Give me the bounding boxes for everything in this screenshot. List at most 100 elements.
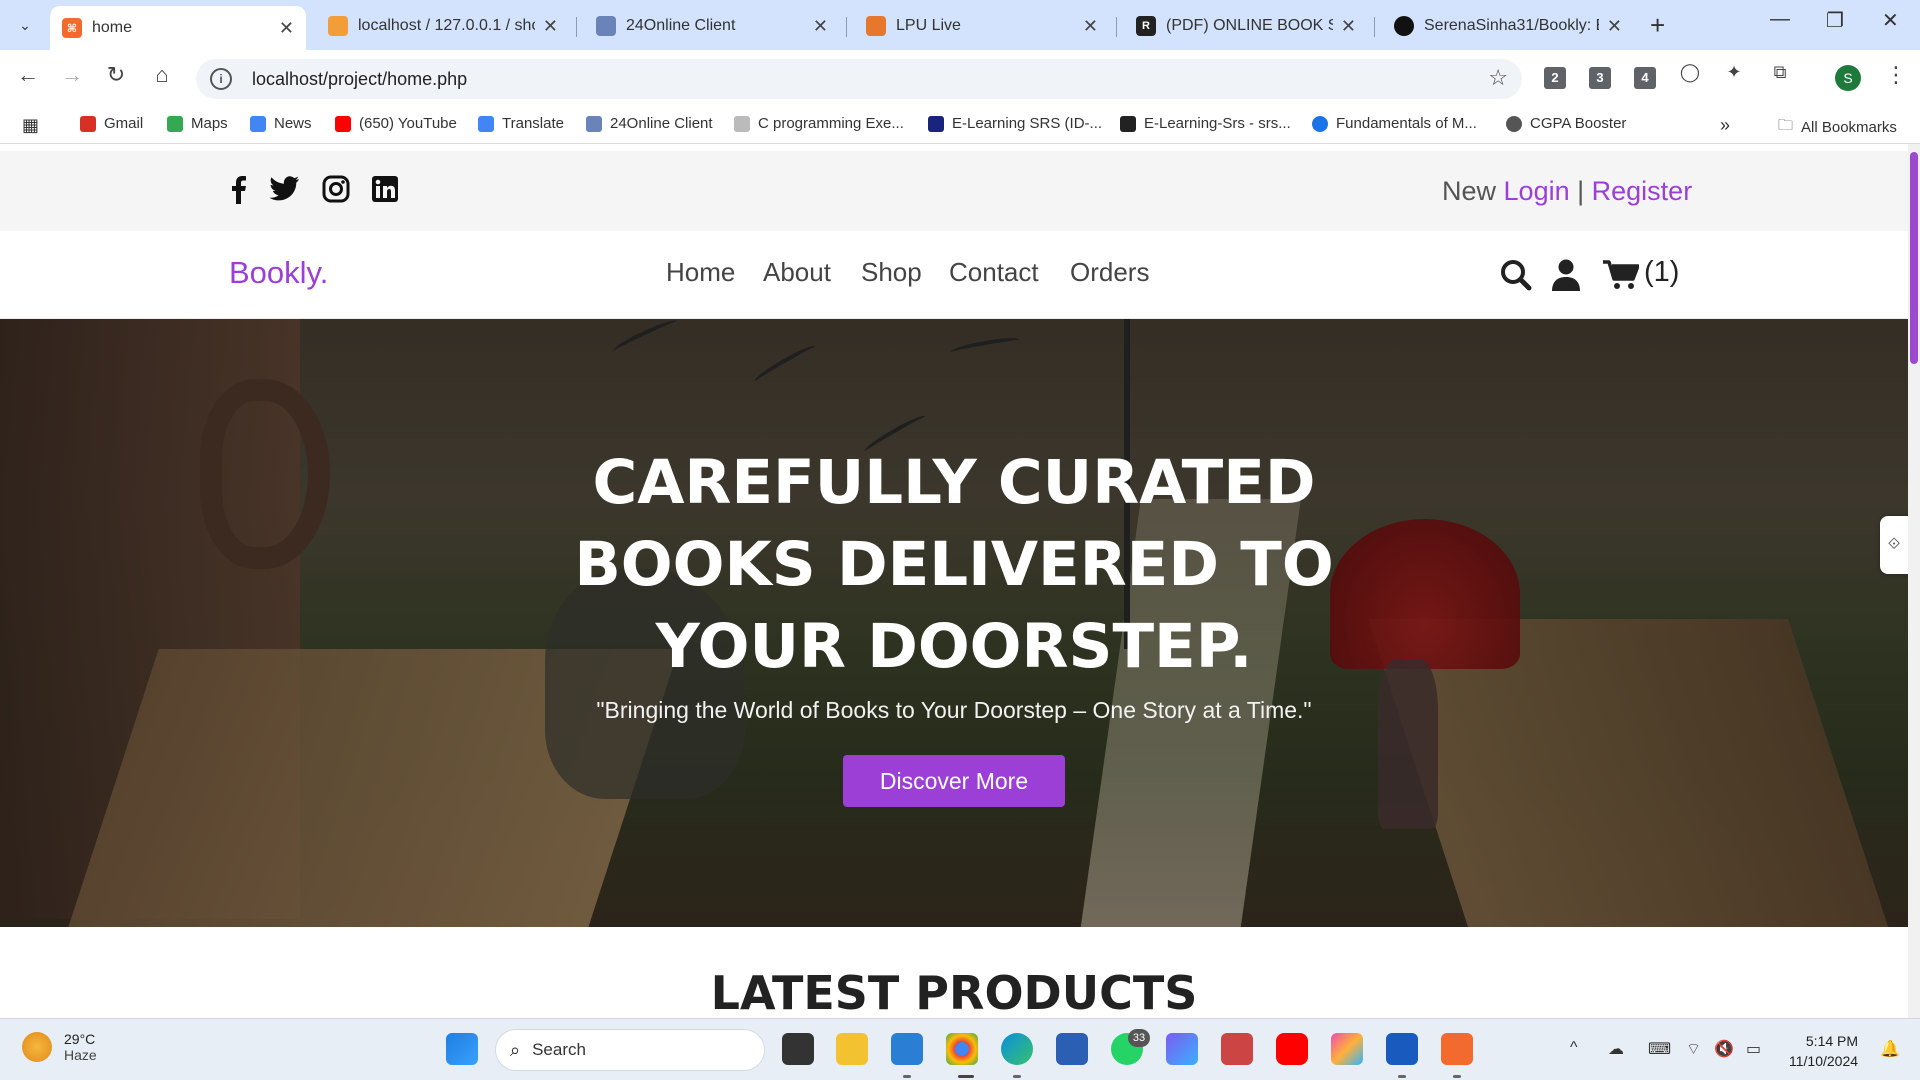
bookmark-elearning-srs-2[interactable]: E-Learning-Srs - srs... [1120, 115, 1291, 132]
user-icon[interactable] [1552, 259, 1580, 296]
twitter-icon[interactable] [268, 173, 300, 205]
profile-avatar[interactable]: S [1835, 65, 1861, 91]
search-icon[interactable] [1500, 259, 1532, 296]
wifi-icon[interactable]: ⌔ [1686, 1039, 1701, 1059]
close-window-icon[interactable]: ✕ [1882, 8, 1899, 33]
nav-about[interactable]: About [763, 257, 831, 288]
tab-close-icon[interactable]: ✕ [543, 16, 558, 37]
tab-separator [1374, 17, 1375, 37]
extension-4-icon[interactable]: 4 [1634, 67, 1656, 89]
taskbar-search[interactable]: ⌕ Search [495, 1029, 765, 1071]
home-icon[interactable]: ⌂ [146, 62, 178, 88]
hero-subtitle: "Bringing the World of Books to Your Doo… [596, 697, 1312, 723]
notifications-icon[interactable]: 🔔 [1880, 1039, 1900, 1059]
linkedin-icon[interactable] [369, 173, 401, 205]
tab-title: home [92, 19, 133, 36]
bookmark-gmail[interactable]: Gmail [80, 115, 143, 132]
register-link[interactable]: Register [1592, 176, 1693, 206]
youtube-icon[interactable] [1276, 1033, 1308, 1065]
scrollbar-thumb[interactable] [1910, 152, 1918, 364]
bookmark-news[interactable]: News [250, 115, 312, 132]
page-scrollbar[interactable] [1908, 144, 1920, 1018]
tab-close-icon[interactable]: ✕ [1083, 16, 1098, 37]
copilot-icon[interactable] [1331, 1033, 1363, 1065]
edge-icon[interactable] [1001, 1033, 1033, 1065]
hero-banner: CAREFULLY CURATED BOOKS DELIVERED TO YOU… [0, 319, 1908, 927]
bookmark-youtube[interactable]: (650) YouTube [335, 115, 457, 132]
tab-lpu-live[interactable]: LPU Live ✕ [854, 6, 1110, 46]
cart-icon[interactable] [1603, 260, 1640, 295]
bookmark-maps[interactable]: Maps [167, 115, 228, 132]
nav-orders[interactable]: Orders [1070, 257, 1149, 288]
tab-github[interactable]: SerenaSinha31/Bookly: Bo ✕ [1382, 6, 1634, 46]
bookmark-translate[interactable]: Translate [478, 115, 564, 132]
bookmark-star-icon[interactable]: ☆ [1488, 65, 1508, 91]
file-explorer-icon[interactable] [836, 1033, 868, 1065]
tab-close-icon[interactable]: ✕ [1341, 16, 1356, 37]
tab-close-icon[interactable]: ✕ [279, 18, 294, 39]
bookmark-label: Gmail [104, 115, 144, 132]
nav-contact[interactable]: Contact [949, 257, 1039, 288]
new-tab-icon[interactable]: + [1650, 10, 1665, 41]
vscode-icon[interactable] [891, 1033, 923, 1065]
address-bar[interactable]: i localhost/project/home.php ☆ [196, 59, 1522, 99]
login-link[interactable]: Login [1504, 176, 1570, 206]
minimize-icon[interactable]: — [1770, 8, 1790, 31]
bookmark-label: Fundamentals of M... [1336, 115, 1477, 132]
tray-overflow-icon[interactable]: ^ [1570, 1039, 1578, 1057]
bookmark-fundamentals[interactable]: Fundamentals of M... [1312, 115, 1477, 132]
side-panel-tab-icon[interactable]: ⟐ [1880, 516, 1908, 574]
system-clock[interactable]: 5:14 PM 11/10/2024 [1789, 1031, 1858, 1071]
more-bookmarks-icon[interactable]: » [1720, 115, 1730, 136]
all-bookmarks[interactable]: 🗀 All Bookmarks [1778, 115, 1897, 140]
copilot-hex-icon[interactable] [1166, 1033, 1198, 1065]
onedrive-icon[interactable]: ☁ [1608, 1039, 1624, 1059]
facebook-icon[interactable] [222, 173, 254, 205]
back-icon[interactable]: ← [12, 62, 44, 88]
chrome-icon[interactable] [946, 1033, 978, 1065]
bookmark-24online[interactable]: 24Online Client [586, 115, 713, 132]
tab-search-button[interactable]: ⌄ [8, 9, 42, 41]
extensions-puzzle-icon[interactable]: ⧉ [1764, 62, 1796, 83]
auth-prefix: New [1442, 176, 1497, 206]
word-icon[interactable] [1386, 1033, 1418, 1065]
nav-shop[interactable]: Shop [861, 257, 922, 288]
url-text[interactable]: localhost/project/home.php [252, 69, 467, 90]
xampp-icon[interactable] [1441, 1033, 1473, 1065]
tab-pdf-bookstore[interactable]: R (PDF) ONLINE BOOK STOR ✕ [1124, 6, 1368, 46]
extension-3-icon[interactable]: 3 [1589, 67, 1611, 89]
restore-icon[interactable]: ❐ [1826, 8, 1844, 33]
srs-icon [1120, 115, 1136, 132]
bookmark-label: E-Learning SRS (ID-... [952, 115, 1103, 132]
tab-home[interactable]: ⌘ home ✕ [50, 6, 306, 50]
site-info-icon[interactable]: i [210, 68, 232, 90]
tab-phpmyadmin[interactable]: localhost / 127.0.0.1 / shop ✕ [316, 6, 570, 46]
battery-icon[interactable]: ▭ [1746, 1039, 1761, 1059]
tab-close-icon[interactable]: ✕ [1607, 16, 1622, 37]
app-indicator [1013, 1075, 1021, 1078]
apps-grid-icon[interactable]: ▦ [22, 115, 39, 136]
tab-24online[interactable]: 24Online Client ✕ [584, 6, 840, 46]
bookmark-c-programming[interactable]: C programming Exe... [734, 115, 904, 132]
site-logo[interactable]: Bookly. [229, 255, 328, 291]
keyboard-icon[interactable]: ⌨ [1648, 1039, 1671, 1059]
discover-more-button[interactable]: Discover More [843, 755, 1065, 807]
reload-icon[interactable]: ↻ [100, 62, 132, 88]
extension-sparkle-icon[interactable]: ✦ [1718, 62, 1750, 83]
weather-widget[interactable]: 29°C Haze [22, 1031, 97, 1063]
media-app-icon[interactable] [1221, 1033, 1253, 1065]
browser-menu-icon[interactable]: ⋮ [1885, 62, 1907, 88]
extension-shield-icon[interactable]: ◯ [1674, 62, 1706, 83]
cart-count[interactable]: (1) [1644, 256, 1679, 289]
volume-muted-icon[interactable]: 🔇 [1714, 1039, 1734, 1059]
store-icon[interactable] [1056, 1033, 1088, 1065]
windows-start-icon[interactable] [446, 1033, 478, 1065]
bookmark-cgpa-booster[interactable]: CGPA Booster [1506, 115, 1626, 132]
forward-icon[interactable]: → [56, 62, 88, 88]
nav-home[interactable]: Home [666, 257, 735, 288]
extension-2-icon[interactable]: 2 [1544, 67, 1566, 89]
task-view-icon[interactable] [782, 1033, 814, 1065]
tab-close-icon[interactable]: ✕ [813, 16, 828, 37]
bookmark-elearning-srs[interactable]: E-Learning SRS (ID-... [928, 115, 1102, 132]
instagram-icon[interactable] [320, 173, 352, 205]
